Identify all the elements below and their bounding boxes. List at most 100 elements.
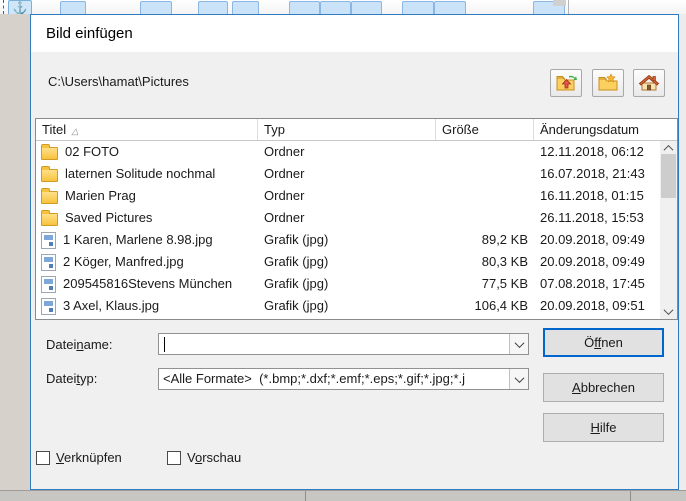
column-header-date[interactable]: Änderungsdatum <box>534 119 677 140</box>
background-divider <box>568 0 569 14</box>
label-text: ame: <box>84 337 113 352</box>
filename-label: Dateiname: <box>46 337 113 352</box>
file-list-scrollbar[interactable] <box>660 141 677 319</box>
filename-value[interactable] <box>159 334 509 354</box>
mnemonic-underline: A <box>572 380 581 395</box>
column-header-title-label: Titel <box>42 122 66 137</box>
file-size: 89,2 KB <box>436 229 534 251</box>
file-title-cell[interactable]: Saved Pictures <box>36 207 258 229</box>
file-date: 20.09.2018, 09:49 <box>534 229 677 251</box>
mnemonic-underline: V <box>56 450 64 465</box>
column-header-date-label: Änderungsdatum <box>540 122 639 137</box>
default-directory-button[interactable] <box>633 69 665 97</box>
filetype-select[interactable]: <Alle Formate> (*.bmp;*.dxf;*.emf;*.eps;… <box>158 368 529 390</box>
image-file-icon <box>41 254 56 271</box>
file-list-header: Titel△ Typ Größe Änderungsdatum <box>36 119 677 141</box>
file-title: laternen Solitude nochmal <box>65 163 215 185</box>
text-caret <box>164 337 165 352</box>
file-date: 26.11.2018, 15:53 <box>534 207 677 229</box>
file-title-cell[interactable]: laternen Solitude nochmal <box>36 163 258 185</box>
background-toolbar: ⚓ <box>0 0 686 14</box>
list-item[interactable]: 2 Köger, Manfred.jpgGrafik (jpg)80,3 KB2… <box>36 251 677 273</box>
label-text: Datei <box>46 337 76 352</box>
link-checkbox[interactable]: Verknüpfen <box>36 449 122 466</box>
dialog-title: Bild einfügen <box>46 15 133 52</box>
filename-input[interactable] <box>158 333 529 355</box>
column-header-size[interactable]: Größe <box>436 119 534 140</box>
preview-checkbox-label: Vorschau <box>187 450 241 466</box>
file-type: Grafik (jpg) <box>258 229 436 251</box>
list-item[interactable]: 3 Axel, Klaus.jpgGrafik (jpg)106,4 KB20.… <box>36 295 677 317</box>
background-toolbar-button <box>60 1 86 14</box>
up-one-level-button[interactable] <box>550 69 582 97</box>
list-item[interactable]: 1 Karen, Marlene 8.98.jpg Grafik (jpg)89,… <box>36 229 677 251</box>
background-toolbar-button <box>289 1 320 14</box>
file-title: 3 Axel, Klaus.jpg <box>63 295 159 317</box>
background-statusbar <box>0 490 686 501</box>
dialog-titlebar[interactable]: Bild einfügen <box>31 15 678 52</box>
open-button[interactable]: Öffnen <box>543 328 664 357</box>
cancel-button[interactable]: Abbrechen <box>543 373 664 402</box>
file-size <box>436 141 534 163</box>
background-toolbar-button <box>140 1 172 14</box>
file-list-body: 02 FOTOOrdner12.11.2018, 06:12laternen S… <box>36 141 677 317</box>
checkbox-icon[interactable] <box>167 451 181 465</box>
filetype-dropdown-button[interactable] <box>509 369 528 389</box>
filetype-label: Dateityp: <box>46 371 97 386</box>
file-title: 1 Karen, Marlene 8.98.jpg <box>63 229 213 251</box>
background-toolbar-button <box>351 1 382 14</box>
label-text: nen <box>601 335 623 350</box>
chevron-down-icon <box>664 305 674 315</box>
file-date: 20.09.2018, 09:49 <box>534 251 677 273</box>
file-title-cell[interactable]: Marien Prag <box>36 185 258 207</box>
statusbar-divider <box>630 491 631 501</box>
label-text: yp: <box>80 371 97 386</box>
background-guide-line <box>3 0 4 14</box>
list-item[interactable]: laternen Solitude nochmalOrdner16.07.201… <box>36 163 677 185</box>
file-title-cell[interactable]: 2 Köger, Manfred.jpg <box>36 251 258 273</box>
filetype-value[interactable]: <Alle Formate> (*.bmp;*.dxf;*.emf;*.eps;… <box>159 369 509 389</box>
folder-up-icon <box>555 73 577 93</box>
scrollbar-down-button[interactable] <box>660 304 677 319</box>
background-toolbar-button <box>434 1 466 14</box>
help-button[interactable]: Hilfe <box>543 413 664 442</box>
file-type: Ordner <box>258 141 436 163</box>
image-file-icon <box>41 232 56 249</box>
file-type: Ordner <box>258 207 436 229</box>
label-text: bbrechen <box>581 380 635 395</box>
label-text: Datei <box>46 371 76 386</box>
file-title-cell[interactable]: 02 FOTO <box>36 141 258 163</box>
label-text: rschau <box>202 450 241 465</box>
checkbox-icon[interactable] <box>36 451 50 465</box>
background-toolbar-button <box>198 1 228 14</box>
file-title-cell[interactable]: 209545816Stevens München <box>36 273 258 295</box>
file-size: 80,3 KB <box>436 251 534 273</box>
chevron-down-icon <box>514 373 524 383</box>
label-text: V <box>187 450 195 465</box>
background-area-left <box>0 14 30 490</box>
file-size <box>436 207 534 229</box>
file-title: 209545816Stevens München <box>63 273 232 295</box>
file-date: 07.08.2018, 17:45 <box>534 273 677 295</box>
column-header-size-label: Größe <box>442 122 479 137</box>
column-header-type[interactable]: Typ <box>258 119 436 140</box>
list-item[interactable]: 209545816Stevens MünchenGrafik (jpg)77,5… <box>36 273 677 295</box>
file-size <box>436 163 534 185</box>
file-title: Marien Prag <box>65 185 136 207</box>
list-item[interactable]: Saved PicturesOrdner 26.11.2018, 15:53 <box>36 207 677 229</box>
preview-checkbox[interactable]: Vorschau <box>167 449 241 466</box>
folder-icon <box>41 147 58 160</box>
file-title-cell[interactable]: 1 Karen, Marlene 8.98.jpg <box>36 229 258 251</box>
scrollbar-thumb[interactable] <box>661 154 676 198</box>
list-item[interactable]: Marien PragOrdner16.11.2018, 01:15 <box>36 185 677 207</box>
current-path: C:\Users\hamat\Pictures <box>48 74 189 89</box>
list-item[interactable]: 02 FOTOOrdner12.11.2018, 06:12 <box>36 141 677 163</box>
mnemonic-underline: H <box>590 420 599 435</box>
file-title-cell[interactable]: 3 Axel, Klaus.jpg <box>36 295 258 317</box>
image-file-icon <box>41 276 56 293</box>
filename-dropdown-button[interactable] <box>509 334 528 354</box>
file-type: Grafik (jpg) <box>258 251 436 273</box>
column-header-title[interactable]: Titel△ <box>36 119 258 140</box>
mnemonic-underline: n <box>76 337 83 352</box>
create-new-folder-button[interactable] <box>592 69 624 97</box>
